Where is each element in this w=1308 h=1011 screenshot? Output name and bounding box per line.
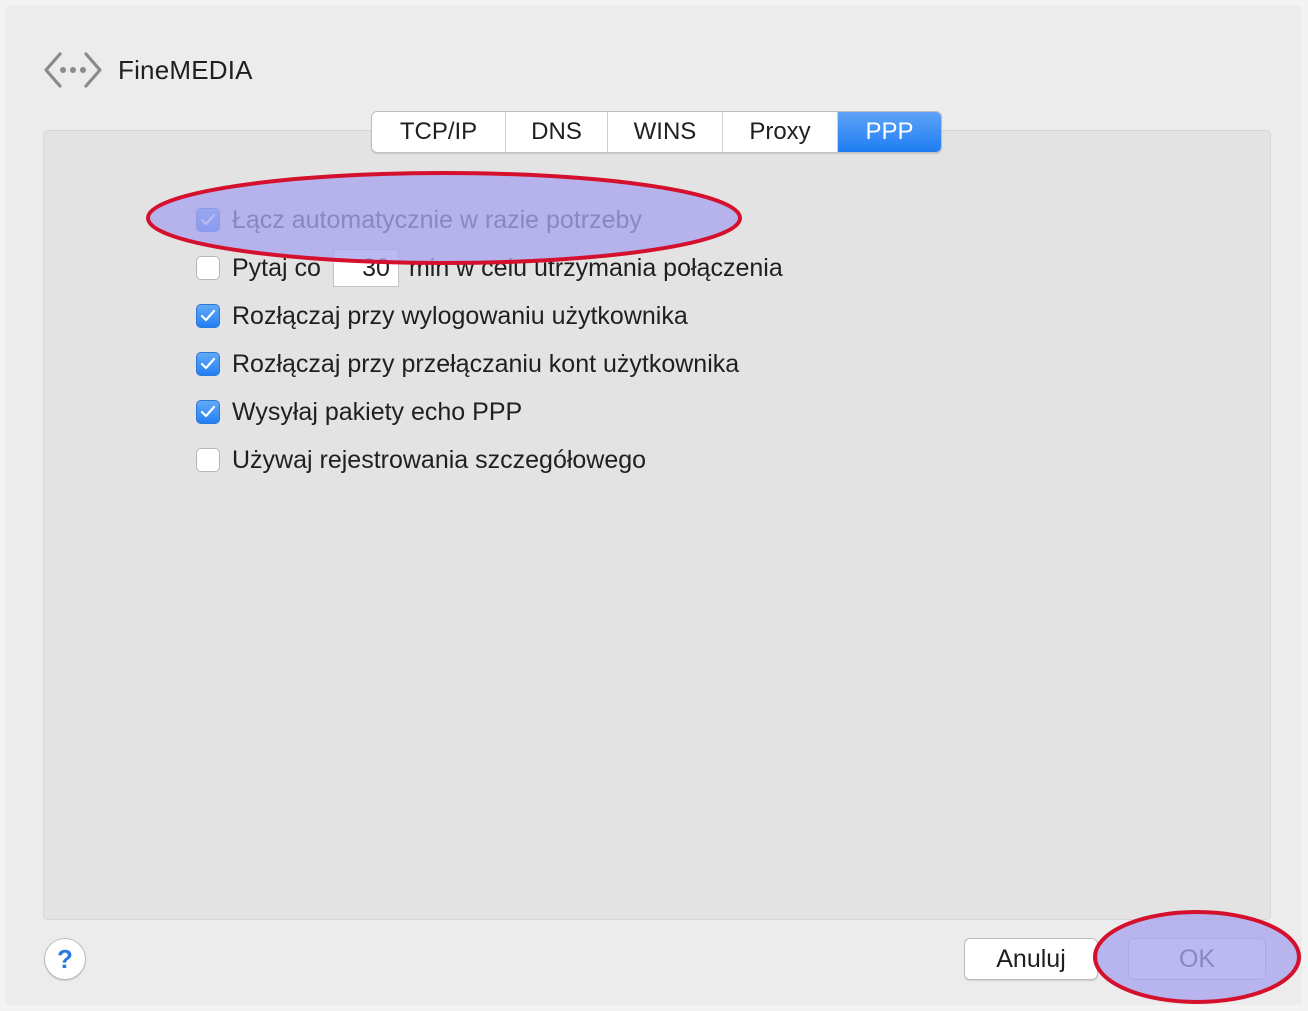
option-suffix-label: min w celu utrzymania połączenia — [408, 253, 783, 282]
option-label: Używaj rejestrowania szczegółowego — [232, 445, 647, 474]
header: FineMEDIA — [40, 44, 253, 96]
cancel-button[interactable]: Anuluj — [964, 938, 1098, 980]
minutes-input[interactable] — [332, 249, 399, 287]
option-label: Rozłączaj przy wylogowaniu użytkownika — [232, 301, 688, 330]
checkmark-icon — [200, 213, 216, 226]
checkmark-icon — [200, 309, 216, 322]
network-service-title: FineMEDIA — [118, 54, 253, 85]
tab-proxy[interactable]: Proxy — [723, 112, 838, 152]
option-label: Łącz automatycznie w razie potrzeby — [232, 205, 642, 234]
checkbox-prompt-every[interactable] — [196, 256, 220, 280]
checkbox-verbose-logging[interactable] — [196, 448, 220, 472]
ok-button[interactable]: OK — [1128, 938, 1266, 980]
option-prefix-label: Pytaj co — [232, 253, 321, 282]
tab-dns[interactable]: DNS — [506, 112, 608, 152]
checkmark-icon — [200, 357, 216, 370]
checkbox-auto-connect[interactable] — [196, 208, 220, 232]
option-auto-connect[interactable]: Łącz automatycznie w razie potrzeby — [196, 196, 783, 244]
tab-tcpip[interactable]: TCP/IP — [372, 112, 506, 152]
ppp-options: Łącz automatycznie w razie potrzeby Pyta… — [196, 196, 783, 484]
option-send-echo[interactable]: Wysyłaj pakiety echo PPP — [196, 388, 783, 436]
checkmark-icon — [200, 405, 216, 418]
network-arrows-icon — [40, 46, 106, 94]
option-label: Rozłączaj przy przełączaniu kont użytkow… — [232, 349, 740, 378]
option-prompt-every[interactable]: Pytaj co min w celu utrzymania połączeni… — [196, 244, 783, 292]
option-disconnect-switch[interactable]: Rozłączaj przy przełączaniu kont użytkow… — [196, 340, 783, 388]
option-disconnect-logout[interactable]: Rozłączaj przy wylogowaniu użytkownika — [196, 292, 783, 340]
option-label: Wysyłaj pakiety echo PPP — [232, 397, 523, 426]
checkbox-disconnect-logout[interactable] — [196, 304, 220, 328]
tab-ppp[interactable]: PPP — [838, 112, 941, 152]
checkbox-disconnect-switch[interactable] — [196, 352, 220, 376]
checkbox-send-echo[interactable] — [196, 400, 220, 424]
help-button[interactable]: ? — [44, 938, 86, 980]
tab-wins[interactable]: WINS — [608, 112, 723, 152]
option-verbose-logging[interactable]: Używaj rejestrowania szczegółowego — [196, 436, 783, 484]
tab-bar: TCP/IP DNS WINS Proxy PPP — [371, 111, 942, 153]
